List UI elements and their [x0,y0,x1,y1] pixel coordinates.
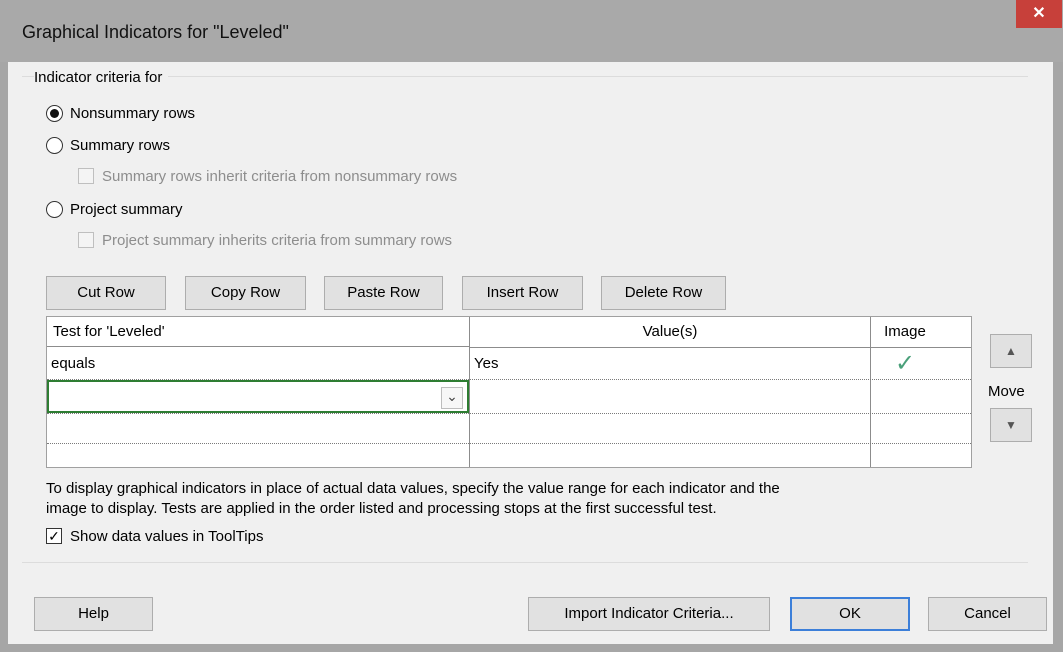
project-inherit-label: Project summary inherits criteria from s… [102,232,453,249]
paste-row-button[interactable]: Paste Row [324,276,443,310]
tooltips-checkbox[interactable]: ✓ [46,528,62,544]
header-filler [939,317,971,348]
tooltips-label: Show data values in ToolTips [70,528,264,545]
project-inherit-checkbox[interactable] [78,232,94,248]
dialog-window: Graphical Indicators for "Leveled" ✕ Ind… [0,0,1063,652]
copy-row-button[interactable]: Copy Row [185,276,306,310]
close-icon: ✕ [1032,5,1046,22]
ok-button[interactable]: OK [790,597,910,631]
checkmark-icon[interactable]: ✓ [871,348,939,380]
table-cell-value[interactable]: Yes [470,348,870,380]
summary-radio[interactable] [46,137,63,154]
cut-row-button[interactable]: Cut Row [46,276,166,310]
criteria-group-label: Indicator criteria for [34,69,169,86]
nonsummary-radio[interactable] [46,105,63,122]
insert-row-button[interactable]: Insert Row [462,276,583,310]
help-button[interactable]: Help [34,597,153,631]
info-text-line2: image to display. Tests are applied in t… [46,500,717,517]
summary-inherit-label: Summary rows inherit criteria from nonsu… [102,168,458,185]
nonsummary-label: Nonsummary rows [70,105,196,122]
column-header-test[interactable]: Test for 'Leveled' [47,317,469,347]
info-text-line1: To display graphical indicators in place… [46,480,780,497]
project-summary-radio[interactable] [46,201,63,218]
close-button[interactable]: ✕ [1016,0,1062,28]
move-up-button[interactable]: ▲ [990,334,1032,368]
dialog-title: Graphical Indicators for "Leveled" [22,22,289,42]
criteria-table: Test for 'Leveled' Value(s) Image equals… [46,316,972,468]
move-down-icon: ▼ [1005,418,1017,432]
move-down-button[interactable]: ▼ [990,408,1032,442]
dropdown-arrow-icon[interactable]: ⌄ [441,387,463,409]
table-cell-test[interactable]: equals [47,348,469,380]
cancel-button[interactable]: Cancel [928,597,1047,631]
column-divider [469,317,470,467]
title-bar: Graphical Indicators for "Leveled" ✕ [0,0,1063,62]
summary-label: Summary rows [70,137,171,154]
import-criteria-button[interactable]: Import Indicator Criteria... [528,597,770,631]
project-summary-label: Project summary [70,201,183,218]
footer-separator [22,562,1028,563]
criteria-group-frame [22,76,1028,78]
row-divider [47,443,971,444]
active-test-cell[interactable]: ⌄ [47,380,469,413]
move-label: Move [988,383,1025,400]
move-up-icon: ▲ [1005,344,1017,358]
column-header-values[interactable]: Value(s) [470,317,870,348]
column-header-image[interactable]: Image [871,317,939,348]
row-divider [47,413,971,414]
delete-row-button[interactable]: Delete Row [601,276,726,310]
summary-inherit-checkbox[interactable] [78,168,94,184]
column-divider [870,317,871,467]
